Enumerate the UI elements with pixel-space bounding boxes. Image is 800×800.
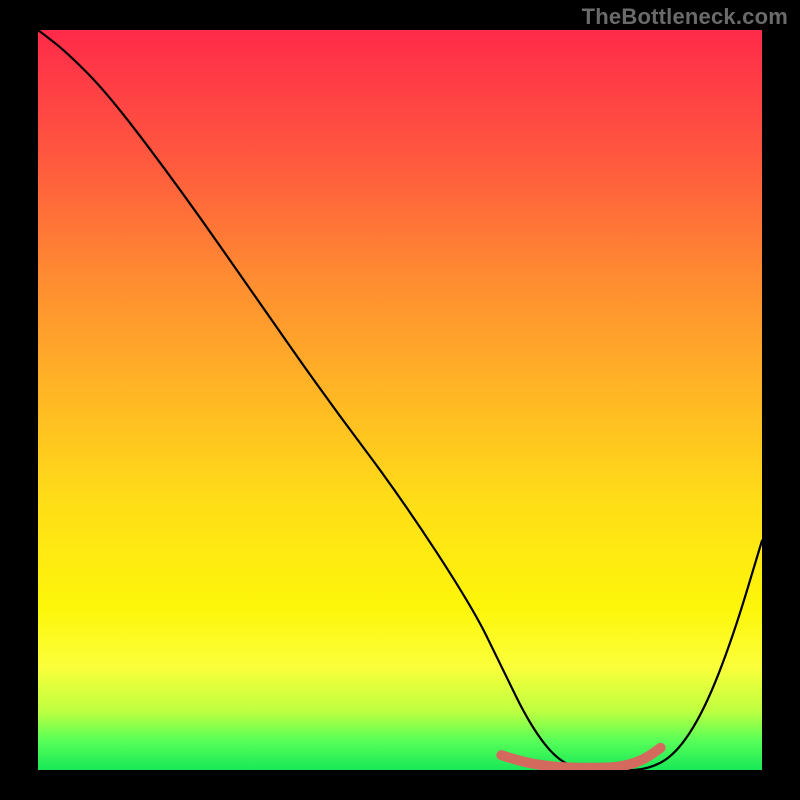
chart-plot-area: [38, 30, 762, 770]
chart-svg: [38, 30, 762, 770]
optimal-band-path: [501, 748, 660, 768]
watermark-text: TheBottleneck.com: [582, 4, 788, 30]
bottleneck-curve-path: [38, 30, 762, 770]
